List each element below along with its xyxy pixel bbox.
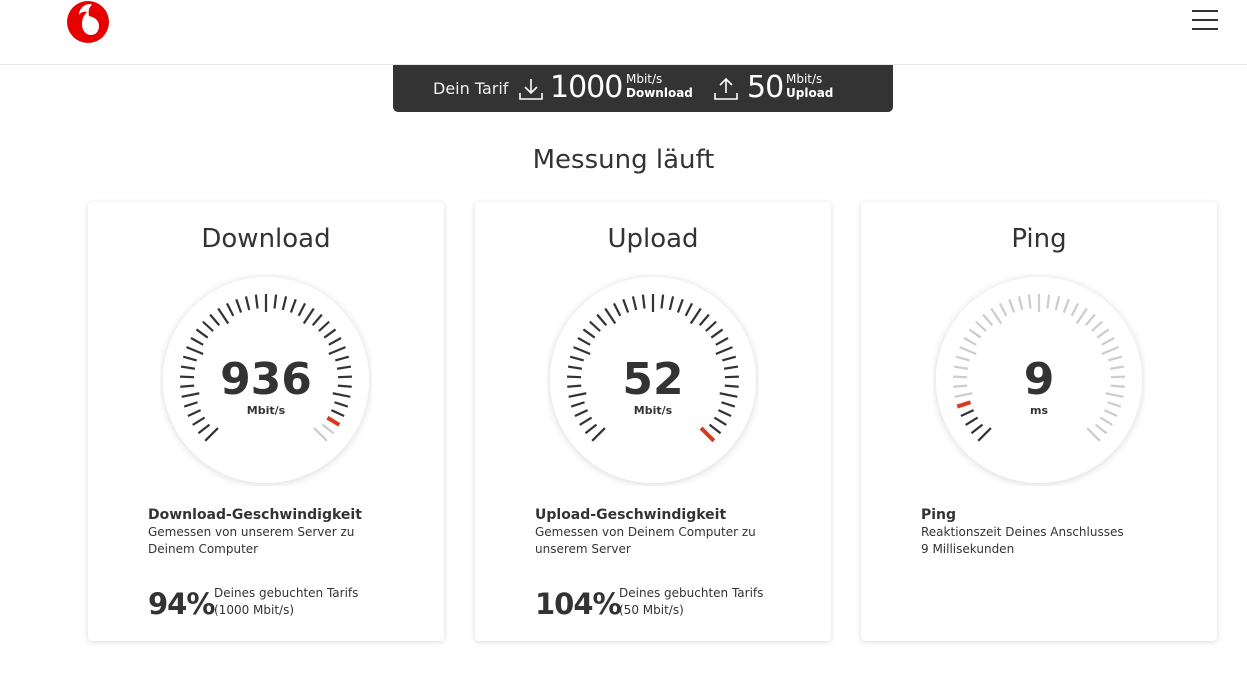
card-description: Download-Geschwindigkeit Gemessen von un… [148,507,398,558]
gauge-value: 52 [622,354,683,405]
gauge-value: 9 [1024,354,1055,405]
description-heading: Ping [921,507,957,523]
gauge-tick [724,384,739,388]
vodafone-logo[interactable] [66,0,110,44]
ping-card: Ping 9 ms Ping Reaktionszeit Deines Ansch… [861,202,1217,641]
tariff-upload-unit: Mbit/s Upload [786,72,834,100]
tariff-upload-value: 50 [747,70,784,105]
ping-gauge: 9ms [936,277,1142,483]
tariff-percentage-note: Deines gebuchten Tarifs (1000 Mbit/s) [214,586,359,617]
gauge-unit: ms [1030,404,1048,417]
card-title: Upload [607,224,699,254]
gauge-tick [567,384,582,388]
tariff-percentage: 94% [148,587,215,621]
gauge-tick [337,375,352,379]
gauge-value: 936 [220,354,312,405]
description-line: unserem Server [535,542,631,556]
card-title: Download [201,224,331,254]
gauge-tick [1110,384,1125,388]
card-description: Upload-Geschwindigkeit Gemessen von Dein… [535,507,785,558]
description-line: 9 Millisekunden [921,542,1015,556]
gauge-tick [337,384,352,388]
description-heading: Download-Geschwindigkeit [148,507,362,523]
top-bar [0,0,1247,65]
upload-card: Upload 52 Mbit/s Upload-Geschwindigkeit G… [475,202,831,641]
hamburger-menu-icon[interactable] [1192,10,1218,32]
measurement-status-heading: Messung läuft [532,145,715,175]
description-line: Deinem Computer [148,542,259,556]
gauge-tick [567,375,582,379]
tariff-label: Dein Tarif [433,79,509,98]
card-description: Ping Reaktionszeit Deines Anschlusses 9 … [921,507,1171,558]
gauge-tick [724,375,739,379]
gauge-tick [1110,375,1125,379]
download-gauge: 936Mbit/s [163,277,369,483]
card-title: Ping [1011,224,1067,254]
description-heading: Upload-Geschwindigkeit [535,507,727,523]
download-card: Download 936 Mbit/s Download-Geschwindigk… [88,202,444,641]
gauge-tick [180,384,195,388]
gauge-tick [180,375,195,379]
gauge-tick [953,375,968,379]
upload-arrow-icon [714,77,738,100]
description-line: Gemessen von Deinem Computer zu [535,525,756,539]
tariff-percentage-note: Deines gebuchten Tarifs (50 Mbit/s) [619,586,764,617]
upload-gauge: 52Mbit/s [550,277,756,483]
gauge-unit: Mbit/s [247,404,286,417]
tariff-percentage: 104% [535,587,622,621]
gauge-unit: Mbit/s [634,404,673,417]
tariff-download-value: 1000 [550,70,623,105]
gauge-tick [953,384,968,388]
description-line: Reaktionszeit Deines Anschlusses [921,525,1124,539]
description-line: Gemessen von unserem Server zu [148,525,355,539]
tariff-download-unit: Mbit/s Download [626,72,693,100]
tariff-banner: Dein Tarif 1000 Mbit/s Download 50 Mbit/… [393,65,893,112]
download-arrow-icon [519,79,543,100]
